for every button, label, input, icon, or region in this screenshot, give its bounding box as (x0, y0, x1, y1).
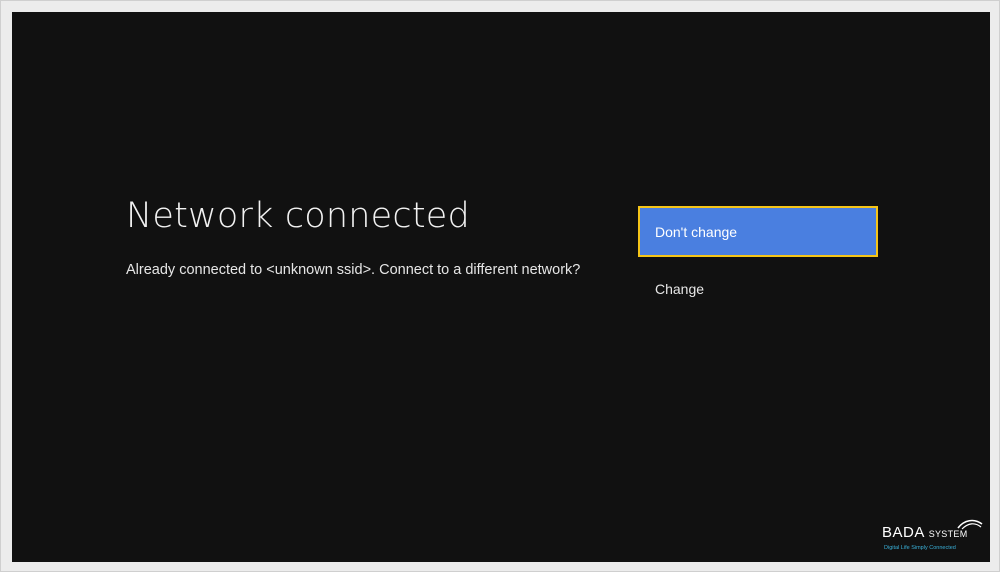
watermark-tagline: Digital Life Simply Connected (884, 545, 956, 551)
change-label: Change (655, 280, 705, 297)
watermark-brand: BADA SYSTEM (882, 524, 968, 541)
page-title: Network connected (126, 196, 470, 236)
screenshot-frame: Network connected Already connected to <… (0, 0, 1000, 572)
watermark-brand-main: BADA (882, 524, 925, 541)
watermark-brand-sub: SYSTEM (928, 529, 968, 539)
dialog-message: Already connected to <unknown ssid>. Con… (126, 262, 581, 278)
change-button[interactable]: Change (638, 263, 878, 314)
options-list: Don't change Change (638, 206, 878, 314)
watermark-logo: BADA SYSTEM Digital Life Simply Connecte… (878, 518, 986, 558)
tv-screen: Network connected Already connected to <… (12, 12, 990, 562)
dont-change-button[interactable]: Don't change (638, 206, 878, 257)
dont-change-label: Don't change (655, 223, 738, 240)
